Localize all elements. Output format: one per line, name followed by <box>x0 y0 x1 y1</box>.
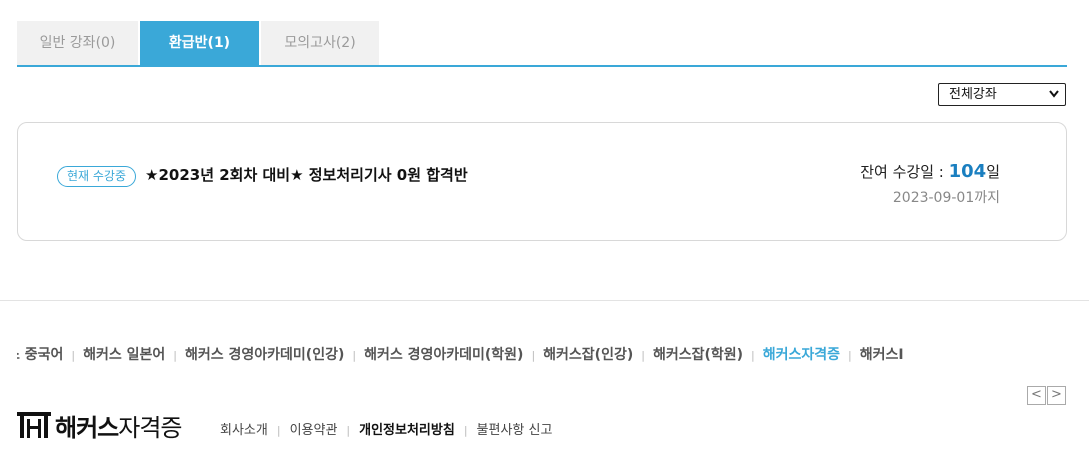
remaining-days-unit: 일 <box>986 163 1000 181</box>
divider: | <box>848 349 852 362</box>
status-badge: 현재 수강중 <box>57 166 137 187</box>
family-site-link[interactable]: 해커스 경영아카데미(인강) <box>185 347 344 363</box>
terms-link[interactable]: 이용약관 <box>290 423 338 438</box>
next-button[interactable]: > <box>1047 386 1066 405</box>
remaining-days: 잔여 수강일 : 104일 <box>860 161 1000 182</box>
course-tabs: 일반 강좌(0) 환급반(1) 모의고사(2) <box>17 21 1067 67</box>
divider: | <box>463 424 468 437</box>
divider: | <box>276 424 281 437</box>
chevron-down-icon <box>1049 84 1059 105</box>
logo-mark-icon <box>17 412 51 442</box>
tab-mock-exam[interactable]: 모의고사(2) <box>261 21 379 65</box>
logo-text: 해커스자격증 <box>55 408 183 443</box>
company-intro-link[interactable]: 회사소개 <box>220 423 268 438</box>
family-sites-pager: < > <box>1027 383 1067 405</box>
course-filter-value: 전체강좌 <box>949 87 997 102</box>
tab-refund-class[interactable]: 환급반(1) <box>140 21 259 65</box>
family-site-link[interactable]: 해커스잡(인강) <box>543 347 633 363</box>
family-site-link[interactable]: 스 중국어 <box>17 347 63 363</box>
family-site-link-active[interactable]: 해커스자격증 <box>763 347 840 363</box>
divider: | <box>641 349 645 362</box>
family-site-link[interactable]: 해커스I <box>860 347 904 363</box>
remaining-days-number: 104 <box>948 161 987 182</box>
divider: | <box>352 349 357 362</box>
course-filter-select[interactable]: 전체강좌 <box>938 83 1066 106</box>
divider: | <box>531 349 536 362</box>
course-end-date: 2023-09-01까지 <box>892 190 1000 206</box>
logo-text-part2: 자격증 <box>118 414 182 442</box>
remaining-days-label: 잔여 수강일 : <box>860 163 949 181</box>
divider: | <box>173 349 177 362</box>
family-sites-bar: 스 중국어 | 해커스 일본어 | 해커스 경영아카데미(인강) | 해커스 경영아카데미(… <box>17 344 1068 366</box>
divider: | <box>346 424 351 437</box>
divider: | <box>751 349 755 362</box>
prev-button[interactable]: < <box>1027 386 1046 405</box>
tab-general-course[interactable]: 일반 강좌(0) <box>17 21 138 65</box>
family-site-link[interactable]: 해커스 일본어 <box>83 347 165 363</box>
course-title[interactable]: ★2023년 2회차 대비★ 정보처리기사 0원 합격반 <box>145 164 468 185</box>
divider: | <box>71 349 76 362</box>
family-site-link[interactable]: 해커스 경영아카데미(학원) <box>364 347 523 363</box>
logo-text-part1: 해커스 <box>55 414 119 442</box>
footer-divider <box>0 300 1089 301</box>
family-site-link[interactable]: 해커스잡(학원) <box>653 347 743 363</box>
footer-links: 회사소개 | 이용약관 | 개인정보처리방침 | 불편사항 신고 <box>220 419 552 438</box>
privacy-policy-link[interactable]: 개인정보처리방침 <box>359 423 455 438</box>
report-complaint-link[interactable]: 불편사항 신고 <box>477 423 553 438</box>
course-card: 현재 수강중 ★2023년 2회차 대비★ 정보처리기사 0원 합격반 잔여 수… <box>17 122 1067 241</box>
